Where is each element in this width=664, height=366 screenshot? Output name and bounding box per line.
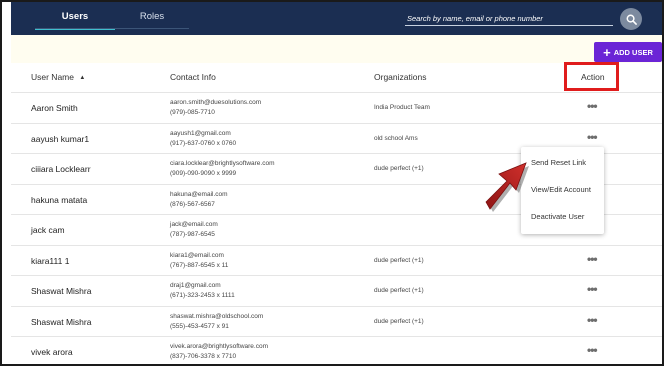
table-row: Shaswat Mishra shaswat.mishra@oldschool.… [11, 307, 662, 337]
annotation-arrow-icon [485, 162, 529, 212]
row-actions-button[interactable]: ••• [587, 99, 598, 113]
row-actions-button[interactable]: ••• [587, 343, 598, 357]
phone-text: (917)-637-0760 x 0760 [170, 139, 237, 147]
toolbar-band [11, 35, 662, 63]
organization-cell: old school Ams [374, 134, 418, 142]
tab-roles[interactable]: Roles [115, 2, 189, 32]
column-header-organizations: Organizations [374, 72, 427, 82]
email-text: vivek.arora@brightlysoftware.com [170, 343, 268, 350]
tab-roles-label: Roles [139, 11, 165, 22]
user-name-cell[interactable]: hakuna matata [31, 195, 87, 205]
email-text: aayush1@gmail.com [170, 129, 231, 137]
contact-info-cell: jack@email.com (787)-987-6545 [170, 220, 218, 240]
contact-info-cell: kiara1@email.com (767)-887-6545 x 11 [170, 251, 228, 271]
email-text: kiara1@email.com [170, 251, 224, 259]
email-text: draj1@gmail.com [170, 282, 221, 289]
phone-text: (555)-453-4577 x 91 [170, 322, 229, 330]
search-icon [626, 14, 637, 25]
organization-cell: India Product Team [374, 104, 430, 111]
phone-text: (787)-987-6545 [170, 231, 215, 238]
table-row: Aaron Smith aaron.smith@duesolutions.com… [11, 93, 662, 124]
user-name-cell[interactable]: jack cam [31, 225, 65, 235]
tab-users-label: Users [61, 11, 89, 22]
action-column-highlight [564, 62, 619, 91]
sort-ascending-icon[interactable]: ▲ [79, 75, 85, 81]
row-actions-button[interactable]: ••• [587, 282, 598, 296]
row-actions-button[interactable]: ••• [587, 252, 598, 266]
organization-cell: dude perfect (+1) [374, 317, 424, 325]
email-text: hakuna@email.com [170, 190, 228, 198]
contact-info-cell: hakuna@email.com (876)-567-6567 [170, 190, 228, 210]
contact-info-cell: ciara.locklear@brightlysoftware.com (909… [170, 159, 275, 179]
email-text: jack@email.com [170, 221, 218, 228]
search-field[interactable] [405, 8, 613, 27]
table-row: kiara111 1 kiara1@email.com (767)-887-65… [11, 246, 662, 276]
phone-text: (909)-090-9090 x 9999 [170, 170, 237, 177]
phone-text: (979)-085-7710 [170, 109, 215, 116]
search-button[interactable] [620, 8, 642, 30]
column-header-user-name-label: User Name [31, 72, 74, 82]
email-text: shaswat.mishra@oldschool.com [170, 312, 264, 320]
email-text: ciara.locklear@brightlysoftware.com [170, 160, 275, 167]
organization-cell: dude perfect (+1) [374, 287, 424, 294]
table-row: Shaswat Mishra draj1@gmail.com (671)-323… [11, 276, 662, 307]
user-name-cell[interactable]: aayush kumar1 [31, 134, 89, 144]
email-text: aaron.smith@duesolutions.com [170, 99, 262, 106]
organization-cell: dude perfect (+1) [374, 165, 424, 172]
phone-text: (837)-706-3378 x 7710 [170, 353, 237, 360]
table-row: vivek arora vivek.arora@brightlysoftware… [11, 337, 662, 364]
row-actions-button[interactable]: ••• [587, 130, 598, 144]
user-name-cell[interactable]: kiara111 1 [31, 256, 69, 266]
app-frame: Users Roles + ADD USER User Name ▲ Conta… [0, 0, 664, 366]
plus-icon: + [603, 44, 611, 60]
phone-text: (767)-887-6545 x 11 [170, 261, 229, 269]
user-name-cell[interactable]: Shaswat Mishra [31, 286, 91, 296]
add-user-button[interactable]: + ADD USER [594, 42, 662, 62]
contact-info-cell: aayush1@gmail.com (917)-637-0760 x 0760 [170, 129, 236, 149]
add-user-label: ADD USER [613, 47, 653, 57]
user-name-cell[interactable]: ciiiara Locklearr [31, 164, 91, 174]
phone-text: (671)-323-2453 x 1111 [170, 292, 235, 299]
contact-info-cell: draj1@gmail.com (671)-323-2453 x 1111 [170, 281, 235, 301]
column-header-contact-info: Contact Info [170, 72, 216, 82]
contact-info-cell: vivek.arora@brightlysoftware.com (837)-7… [170, 342, 268, 362]
row-actions-button[interactable]: ••• [587, 313, 598, 327]
contact-info-cell: shaswat.mishra@oldschool.com (555)-453-4… [170, 312, 263, 332]
contact-info-cell: aaron.smith@duesolutions.com (979)-085-7… [170, 98, 261, 118]
phone-text: (876)-567-6567 [170, 200, 215, 208]
search-input[interactable] [405, 10, 613, 27]
user-name-cell[interactable]: Aaron Smith [31, 103, 78, 113]
user-name-cell[interactable]: vivek arora [31, 347, 73, 357]
column-header-user-name[interactable]: User Name ▲ [31, 72, 85, 82]
organization-cell: dude perfect (+1) [374, 256, 424, 264]
user-name-cell[interactable]: Shaswat Mishra [31, 317, 91, 327]
